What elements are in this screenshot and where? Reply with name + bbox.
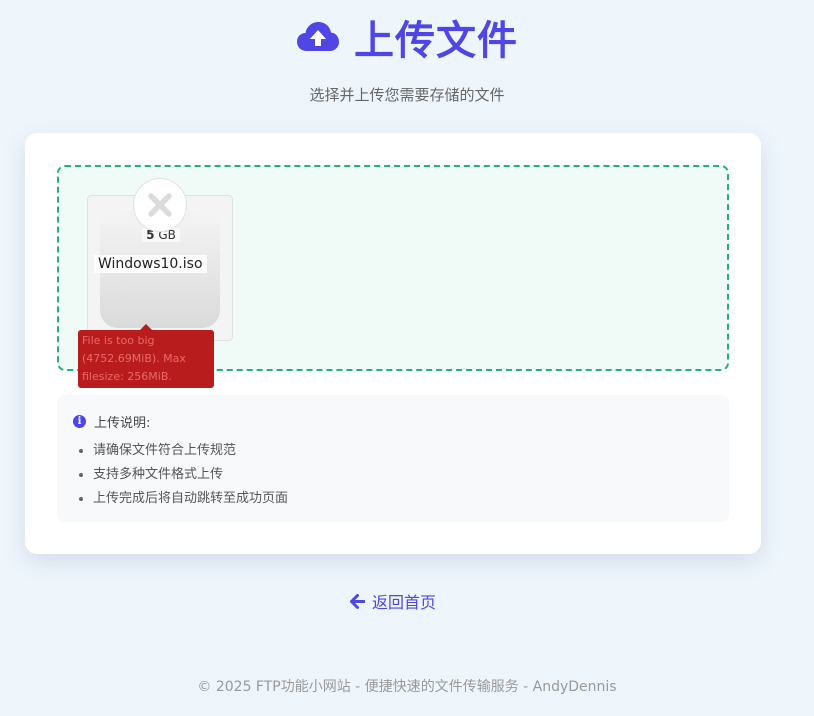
upload-card: 5 GB Windows10.iso File is too big (4752… — [25, 133, 761, 554]
file-preview[interactable]: 5 GB Windows10.iso File is too big (4752… — [78, 178, 233, 388]
file-name: Windows10.iso — [94, 255, 207, 273]
info-icon: i — [73, 415, 86, 428]
notes-title-text: 上传说明: — [94, 416, 151, 431]
notes-title: i 上传说明: — [73, 412, 150, 431]
page-subtitle: 选择并上传您需要存储的文件 — [309, 86, 505, 104]
error-tooltip: File is too big (4752.69MiB). Max filesi… — [78, 324, 214, 388]
title-row: 上传文件 — [0, 8, 814, 66]
file-name-text: Windows10.iso — [94, 255, 207, 273]
list-item: 支持多种文件格式上传 — [93, 463, 288, 487]
page-title: 上传文件 — [354, 18, 518, 64]
error-x-icon — [133, 178, 187, 232]
cloud-upload-icon — [297, 22, 339, 51]
upload-dropzone[interactable]: 5 GB Windows10.iso File is too big (4752… — [57, 165, 729, 388]
footer-text: © 2025 FTP功能小网站 - 便捷快速的文件传输服务 - AndyDenn… — [197, 679, 617, 695]
list-item: 请确保文件符合上传规范 — [93, 439, 288, 463]
list-item: 上传完成后将自动跳转至成功页面 — [93, 487, 288, 511]
arrow-left-icon — [350, 593, 365, 609]
page-header: 上传文件 选择并上传您需要存储的文件 — [0, 8, 814, 105]
upload-notes: i 上传说明: 请确保文件符合上传规范 支持多种文件格式上传 上传完成后将自动跳… — [57, 395, 729, 522]
back-home-link[interactable]: 返回首页 — [350, 589, 436, 613]
back-home-label: 返回首页 — [372, 593, 437, 612]
notes-list: 请确保文件符合上传规范 支持多种文件格式上传 上传完成后将自动跳转至成功页面 — [73, 439, 288, 511]
